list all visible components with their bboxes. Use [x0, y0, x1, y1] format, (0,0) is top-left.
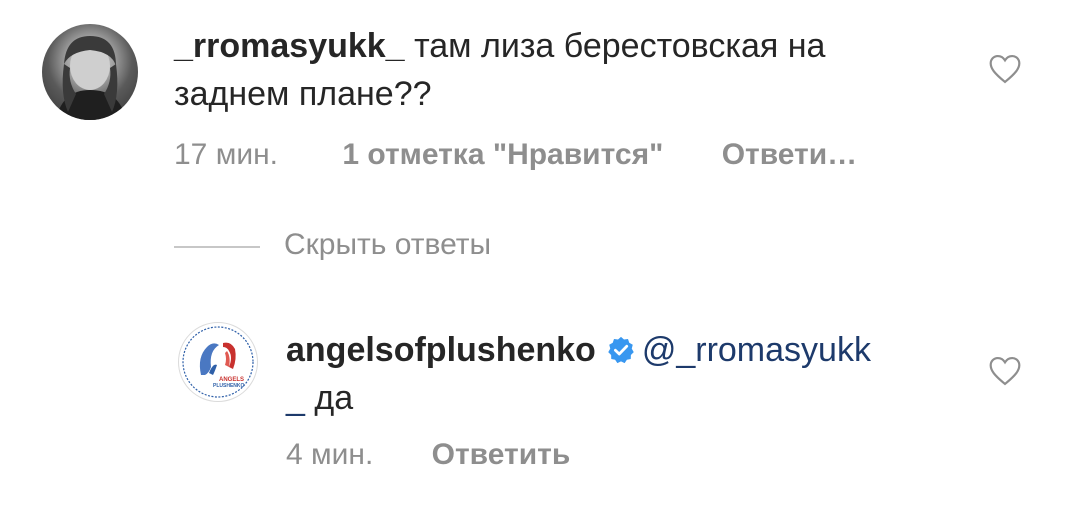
reply-text: angelsofplushenko @_rromasyukk _ да: [286, 326, 966, 422]
reply-button[interactable]: Ответи…: [722, 138, 858, 171]
replies-divider: [174, 246, 260, 248]
reply-body: да: [304, 379, 354, 417]
comment-text: _rromasyukk_ там лиза берестовская на за…: [174, 22, 954, 118]
comment-body-line2: заднем плане??: [174, 75, 432, 113]
mention-link[interactable]: @_rromasyukk: [642, 331, 871, 369]
verified-badge-icon: [608, 336, 634, 364]
avatar[interactable]: [42, 24, 138, 120]
comment-time: 17 мин.: [174, 138, 278, 171]
like-heart-icon[interactable]: [988, 54, 1022, 84]
reply-username[interactable]: angelsofplushenko: [286, 331, 596, 369]
hide-replies-button[interactable]: Скрыть ответы: [284, 228, 491, 262]
comment-username[interactable]: _rromasyukk_: [174, 27, 405, 65]
reply-time: 4 мин.: [286, 438, 374, 471]
like-heart-icon[interactable]: [988, 356, 1022, 386]
angels-logo-icon: ANGELS PLUSHENKO: [182, 326, 254, 398]
user-photo-icon: [56, 36, 126, 120]
comment-meta: 17 мин. 1 отметка "Нравится" Ответи…: [174, 138, 857, 172]
comment-body-line1: там лиза берестовская на: [414, 27, 826, 65]
likes-count-button[interactable]: 1 отметка "Нравится": [342, 138, 663, 171]
mention-link-continuation[interactable]: _: [286, 379, 305, 417]
reply-button[interactable]: Ответить: [432, 438, 571, 471]
reply-meta: 4 мин. Ответить: [286, 438, 570, 472]
avatar[interactable]: ANGELS PLUSHENKO: [178, 322, 258, 402]
logo-text-bottom: PLUSHENKO: [213, 383, 245, 389]
